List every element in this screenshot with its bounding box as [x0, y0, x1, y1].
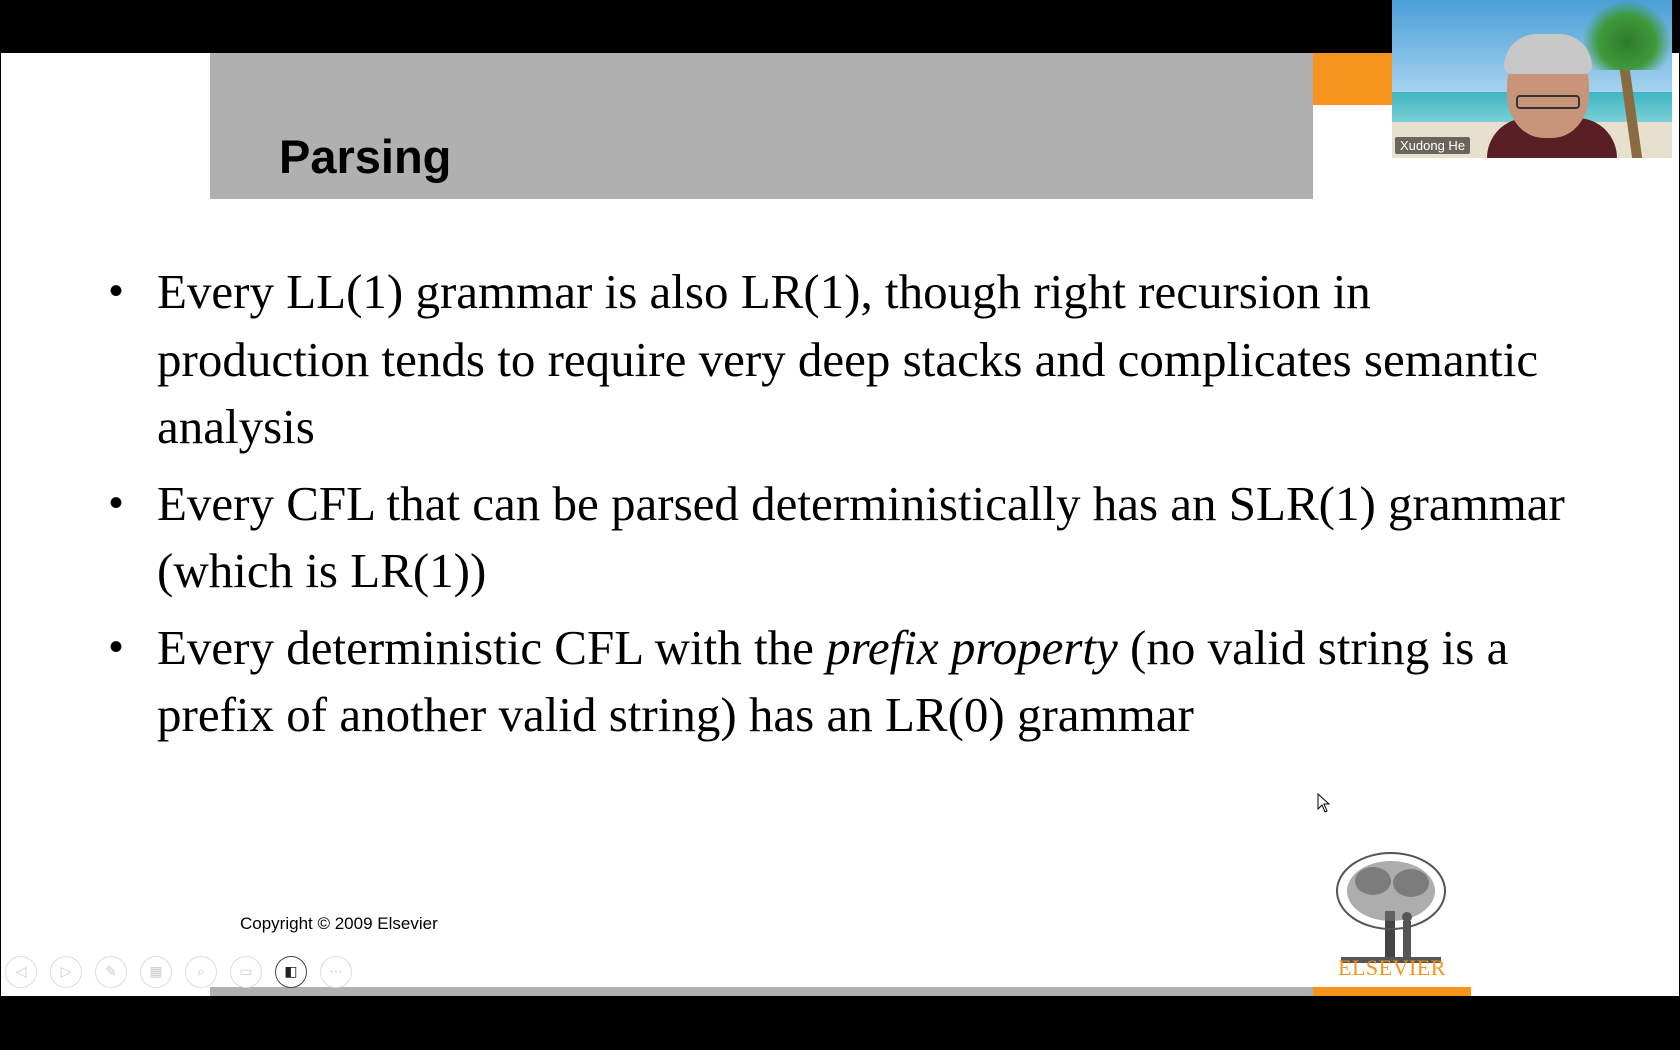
bottom-orange-bar — [1313, 987, 1471, 996]
subtitles-button[interactable]: ▭ — [230, 956, 262, 988]
elsevier-logo-text: ELSEVIER — [1338, 955, 1446, 980]
mouse-cursor-icon — [1317, 793, 1331, 813]
camera-icon: ◧ — [284, 964, 298, 980]
bullet-text-start: Every deterministic CFL with the — [157, 619, 827, 675]
bullet-dot: • — [109, 624, 124, 669]
bullet-list: • Every LL(1) grammar is also LR(1), tho… — [107, 258, 1587, 758]
next-slide-button[interactable]: ▷ — [50, 956, 82, 988]
zoom-button[interactable]: ⌕ — [185, 956, 217, 988]
slide-title: Parsing — [279, 130, 452, 183]
see-all-slides-icon: ▦ — [149, 964, 163, 980]
participant-glasses — [1516, 95, 1580, 109]
pen-icon: ✎ — [105, 964, 117, 980]
slide: Parsing • Every LL(1) grammar is also LR… — [1, 53, 1679, 996]
previous-slide-button[interactable]: ◁ — [5, 956, 37, 988]
see-all-slides-button[interactable]: ▦ — [140, 956, 172, 988]
subtitles-icon: ▭ — [239, 964, 253, 980]
bullet-dot: • — [109, 480, 124, 525]
zoom-icon: ⌕ — [197, 964, 205, 980]
participant-video-thumbnail[interactable]: Xudong He — [1392, 0, 1672, 158]
bullet-item: • Every LL(1) grammar is also LR(1), tho… — [107, 258, 1587, 461]
pen-button[interactable]: ✎ — [95, 956, 127, 988]
bullet-dot: • — [109, 269, 124, 313]
palm-tree-leaves — [1582, 0, 1672, 70]
participant-hair — [1504, 34, 1592, 74]
camera-button[interactable]: ◧ — [275, 956, 307, 988]
next-slide-icon: ▷ — [60, 964, 72, 980]
copyright-notice: Copyright © 2009 Elsevier — [240, 914, 438, 933]
bottom-gray-bar — [210, 987, 1313, 996]
bullet-item: • Every CFL that can be parsed determini… — [107, 470, 1587, 605]
more-options-icon: ⋯ — [329, 964, 343, 980]
participant-name-tag: Xudong He — [1395, 137, 1471, 154]
bullet-text: Every LL(1) grammar is also LR(1), thoug… — [157, 264, 1539, 454]
more-options-button[interactable]: ⋯ — [320, 956, 352, 988]
orange-accent-tab — [1313, 53, 1393, 105]
slideshow-toolbar: ◁ ▷ ✎ ▦ ⌕ ▭ ◧ ⋯ — [5, 956, 352, 990]
bullet-text-italic: prefix property — [826, 619, 1118, 675]
bullet-item: • Every deterministic CFL with the prefi… — [107, 614, 1587, 749]
previous-slide-icon: ◁ — [15, 964, 27, 980]
bullet-text: Every CFL that can be parsed determinist… — [157, 475, 1565, 599]
